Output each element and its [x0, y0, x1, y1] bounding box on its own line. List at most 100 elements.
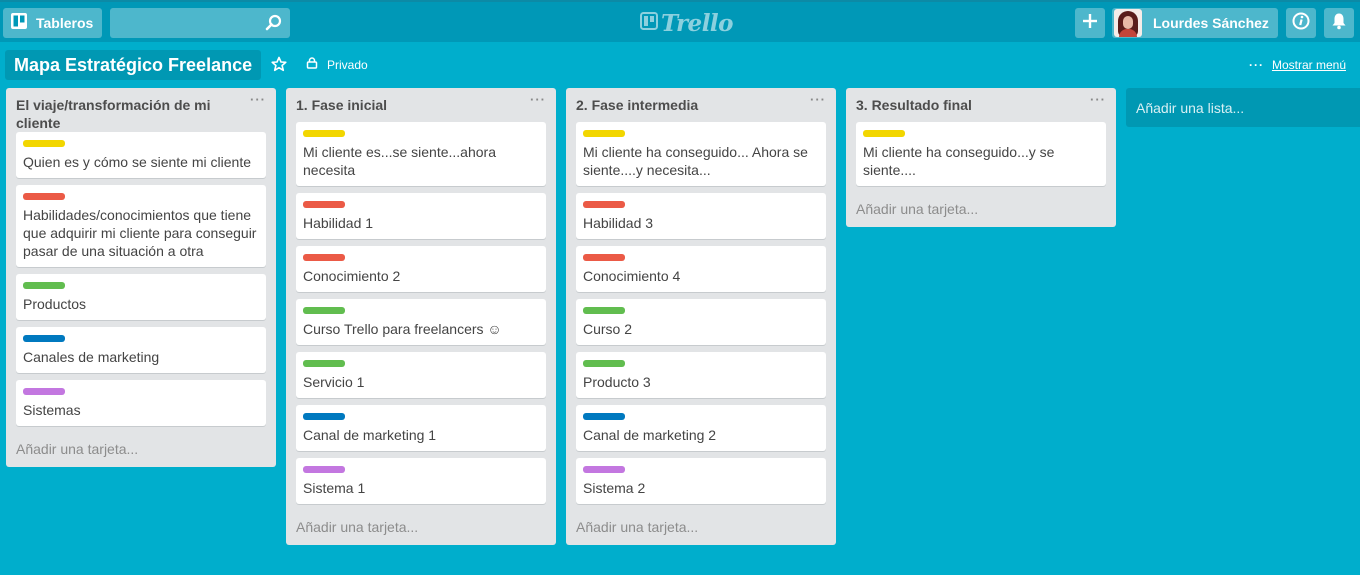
card-label-yellow: [583, 130, 625, 137]
card-label-purple: [583, 466, 625, 473]
list-title[interactable]: 1. Fase inicial: [296, 96, 530, 114]
list-menu-icon[interactable]: ···: [1090, 92, 1106, 107]
list: 3. Resultado final ··· Mi cliente ha conse…: [846, 88, 1116, 227]
card-title: Habilidades/conocimientos que tiene que …: [23, 207, 257, 259]
info-button[interactable]: [1286, 8, 1316, 38]
show-menu-link[interactable]: ··· Mostrar menú: [1249, 58, 1346, 72]
card[interactable]: Curso 2: [576, 299, 826, 345]
list-menu-icon[interactable]: ···: [250, 92, 266, 107]
card-label-green: [583, 360, 625, 367]
add-card-button[interactable]: Añadir una tarjeta...: [6, 433, 276, 467]
card[interactable]: Servicio 1: [296, 352, 546, 398]
list-header[interactable]: 2. Fase intermedia ···: [566, 88, 836, 122]
card[interactable]: Producto 3: [576, 352, 826, 398]
list-title[interactable]: 3. Resultado final: [856, 96, 1090, 114]
card-list: Mi cliente es...se siente...ahora necesi…: [286, 122, 556, 504]
card-label-green: [303, 307, 345, 314]
trello-logo[interactable]: Trello: [640, 9, 734, 37]
card[interactable]: Sistemas: [16, 380, 266, 426]
card-title: Canal de marketing 1: [303, 427, 437, 443]
card-title: Producto 3: [583, 374, 651, 390]
trello-logo-text: Trello: [661, 9, 734, 37]
card[interactable]: Mi cliente ha conseguido... Ahora se sie…: [576, 122, 826, 186]
card-title: Servicio 1: [303, 374, 365, 390]
card[interactable]: Sistema 2: [576, 458, 826, 504]
board-title[interactable]: Mapa Estratégico Freelance: [5, 50, 262, 80]
avatar: [1114, 9, 1142, 37]
list-title[interactable]: 2. Fase intermedia: [576, 96, 810, 114]
card-title: Curso 2: [583, 321, 633, 337]
card-title: Conocimiento 4: [583, 268, 681, 284]
visibility-label: Privado: [327, 57, 368, 72]
boards-label: Tableros: [36, 15, 94, 31]
card-label-blue: [23, 335, 65, 342]
list-menu-icon[interactable]: ···: [530, 92, 546, 107]
card[interactable]: Productos: [16, 274, 266, 320]
trello-logo-icon: [640, 11, 658, 35]
list-header[interactable]: El viaje/transformación de mi cliente ···: [6, 88, 276, 132]
more-dots-icon: ···: [1248, 58, 1264, 72]
plus-icon: [1082, 13, 1098, 34]
list-title[interactable]: El viaje/transformación de mi cliente: [16, 96, 250, 132]
add-button[interactable]: [1075, 8, 1105, 38]
list-header[interactable]: 1. Fase inicial ···: [286, 88, 556, 122]
info-icon: [1292, 12, 1310, 35]
add-card-button[interactable]: Añadir una tarjeta...: [846, 193, 1116, 227]
card-label-green: [583, 307, 625, 314]
card[interactable]: Habilidad 1: [296, 193, 546, 239]
top-header: Tableros Trello Lourdes Sánchez: [0, 0, 1360, 42]
card-title: Sistema 2: [583, 480, 646, 496]
card-title: Mi cliente ha conseguido...y se siente..…: [863, 144, 1055, 178]
search-icon[interactable]: [265, 14, 283, 37]
card-title: Quien es y cómo se siente mi cliente: [23, 154, 251, 170]
add-card-button[interactable]: Añadir una tarjeta...: [566, 511, 836, 545]
boards-icon: [11, 12, 27, 34]
card-label-red: [583, 254, 625, 261]
card[interactable]: Curso Trello para freelancers ☺: [296, 299, 546, 345]
card-label-purple: [23, 388, 65, 395]
card[interactable]: Mi cliente es...se siente...ahora necesi…: [296, 122, 546, 186]
search-input[interactable]: [110, 8, 290, 38]
card[interactable]: Canal de marketing 1: [296, 405, 546, 451]
card[interactable]: Conocimiento 4: [576, 246, 826, 292]
add-list-button[interactable]: Añadir una lista...: [1126, 88, 1360, 127]
card-label-red: [303, 254, 345, 261]
card[interactable]: Habilidades/conocimientos que tiene que …: [16, 185, 266, 267]
card-label-red: [303, 201, 345, 208]
card-label-blue: [583, 413, 625, 420]
card-title: Habilidad 3: [583, 215, 654, 231]
boards-button[interactable]: Tableros: [3, 8, 102, 38]
user-name: Lourdes Sánchez: [1153, 15, 1269, 31]
card[interactable]: Mi cliente ha conseguido...y se siente..…: [856, 122, 1106, 186]
card-title: Mi cliente es...se siente...ahora necesi…: [303, 144, 496, 178]
show-menu-label: Mostrar menú: [1271, 58, 1346, 72]
notifications-button[interactable]: [1324, 8, 1354, 38]
list: 2. Fase intermedia ··· Mi cliente ha conse…: [566, 88, 836, 545]
card[interactable]: Canales de marketing: [16, 327, 266, 373]
user-menu-button[interactable]: Lourdes Sánchez: [1112, 8, 1278, 38]
card-label-red: [23, 193, 65, 200]
add-card-button[interactable]: Añadir una tarjeta...: [286, 511, 556, 545]
card[interactable]: Conocimiento 2: [296, 246, 546, 292]
visibility-button[interactable]: Privado: [306, 57, 368, 72]
card[interactable]: Habilidad 3: [576, 193, 826, 239]
card[interactable]: Sistema 1: [296, 458, 546, 504]
card-title: Sistema 1: [303, 480, 366, 496]
bell-icon: [1331, 12, 1347, 35]
card-title: Curso Trello para freelancers ☺: [303, 321, 502, 337]
card-title: Canal de marketing 2: [583, 427, 717, 443]
card-label-yellow: [863, 130, 905, 137]
list-menu-icon[interactable]: ···: [810, 92, 826, 107]
card-title: Canales de marketing: [23, 349, 160, 365]
card-label-green: [303, 360, 345, 367]
card-label-blue: [303, 413, 345, 420]
star-icon[interactable]: [271, 56, 287, 77]
card-label-yellow: [23, 140, 65, 147]
card-label-green: [23, 282, 65, 289]
list-header[interactable]: 3. Resultado final ···: [846, 88, 1116, 122]
card-list: Quien es y cómo se siente mi cliente Habi…: [6, 132, 276, 426]
list: 1. Fase inicial ··· Mi cliente es...se sie…: [286, 88, 556, 545]
card[interactable]: Quien es y cómo se siente mi cliente: [16, 132, 266, 178]
card[interactable]: Canal de marketing 2: [576, 405, 826, 451]
card-list: Mi cliente ha conseguido...y se siente..…: [846, 122, 1116, 186]
